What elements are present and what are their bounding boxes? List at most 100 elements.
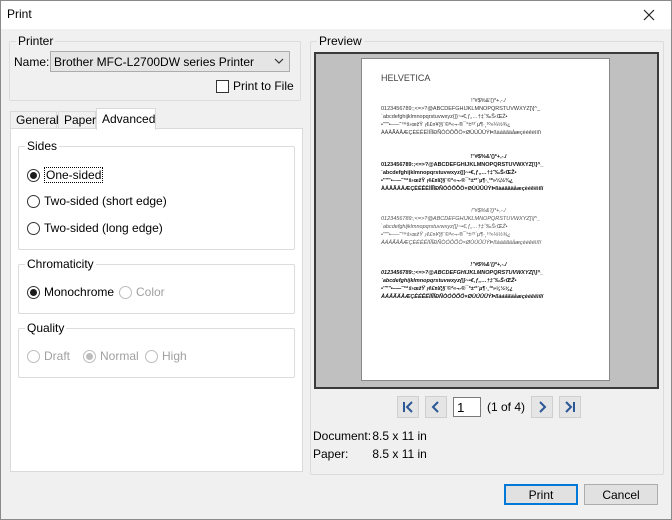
radio-normal: Normal <box>83 349 139 363</box>
preview-group-label: Preview <box>317 34 364 48</box>
font-sample-line: ÀÁÂÃÄÅÆÇÈÉÊËÌÍÎÏÐÑÒÓÔÕÖ×ØÙÚÛÜÝÞßàáâãäåæç… <box>381 130 542 136</box>
quality-group-label: Quality <box>25 321 67 335</box>
font-sample-line: `abcdefghijklmnopqrstuvwxyz{|}~•€‚ƒ„…†‡ˆ… <box>381 224 508 230</box>
radio-monochrome-label: Monochrome <box>44 285 115 299</box>
radio-two-sided-short-label: Two-sided (short edge) <box>44 194 167 208</box>
next-page-icon <box>539 401 547 413</box>
first-page-button[interactable] <box>397 396 419 418</box>
preview-frame: HELVETICA !"#$%&'()*+,-./ 0123456789:;<=… <box>314 52 659 389</box>
radio-two-sided-short[interactable]: Two-sided (short edge) <box>27 194 167 208</box>
printer-select-value: Brother MFC-L2700DW series Printer <box>54 54 255 69</box>
font-sample-line: 0123456789:;<=>?@ABCDEFGHIJKLMNOPQRSTUVW… <box>381 270 544 276</box>
radio-one-sided[interactable]: One-sided <box>27 167 104 183</box>
window-title: Print <box>7 7 32 21</box>
radio-one-sided-label: One-sided <box>44 167 104 183</box>
radio-high-label: High <box>162 349 187 363</box>
radio-button[interactable] <box>27 168 40 182</box>
document-size-row: Document: 8.5 x 11 in <box>313 429 427 443</box>
font-sample-line: ÀÁÂÃÄÅÆÇÈÉÊËÌÍÎÏÐÑÒÓÔÕÖ×ØÙÚÛÜÝÞßàáâãäåæç… <box>381 186 544 192</box>
radio-color: Color <box>119 285 165 299</box>
sides-group-label: Sides <box>25 139 60 153</box>
font-sample-line: !"#$%&'()*+,-./ <box>470 154 507 160</box>
print-to-file-checkbox[interactable] <box>216 79 229 93</box>
radio-monochrome[interactable]: Monochrome <box>27 285 114 299</box>
quality-group: Quality Draft Normal High <box>18 321 295 378</box>
document-size-value: 8.5 x 11 in <box>372 429 427 443</box>
radio-button <box>83 349 96 363</box>
page-number-input[interactable] <box>453 397 481 417</box>
font-sample-line: !"#$%&'()*+,-./ <box>470 262 507 268</box>
radio-two-sided-long-label: Two-sided (long edge) <box>44 221 163 235</box>
radio-draft-label: Draft <box>44 349 71 363</box>
preview-group: Preview HELVETICA !"#$%&'()*+,-./ 012345… <box>310 34 664 475</box>
last-page-button[interactable] <box>559 396 582 418</box>
radio-button <box>27 349 40 363</box>
tab-paper-label: Paper <box>64 113 97 127</box>
font-sample-line: •''""•–—˜™š›œžŸ ¡¢£¤¥¦§¨©ª«¬-®¯°±²³´µ¶·¸… <box>381 122 511 128</box>
tab-advanced-label: Advanced <box>102 112 156 126</box>
printer-name-label: Name: <box>14 55 50 69</box>
chromaticity-group: Chromaticity Monochrome Color <box>18 257 295 314</box>
preview-page: HELVETICA !"#$%&'()*+,-./ 0123456789:;<=… <box>361 58 610 381</box>
font-sample-line: 0123456789:;<=>?@ABCDEFGHIJKLMNOPQRSTUVW… <box>381 216 541 222</box>
font-sample-line: ÀÁÂÃÄÅÆÇÈÉÊËÌÍÎÏÐÑÒÓÔÕÖ×ØÙÚÛÜÝÞßàáâãäåæç… <box>381 294 544 300</box>
close-button[interactable] <box>627 1 671 29</box>
tab-general-label: General <box>16 113 59 127</box>
previous-page-button[interactable] <box>425 396 447 418</box>
radio-button[interactable] <box>27 285 40 299</box>
tab-advanced[interactable]: Advanced <box>96 108 156 130</box>
radio-normal-label: Normal <box>100 349 139 363</box>
document-size-label: Document: <box>313 429 372 443</box>
font-sample-regular: !"#$%&'()*+,-./ 0123456789:;<=>?@ABCDEFG… <box>381 97 596 137</box>
print-dialog: Print Printer Name: Brother MFC-L2700DW … <box>0 0 672 520</box>
font-sample-bold: !"#$%&'()*+,-./ 0123456789:;<=>?@ABCDEFG… <box>381 153 596 193</box>
font-sample-line: !"#$%&'()*+,-./ <box>471 98 506 104</box>
page-navigation: (1 of 4) <box>397 396 582 418</box>
print-to-file-label: Print to File <box>233 79 294 93</box>
radio-button <box>145 349 158 363</box>
tab-paper[interactable]: Paper <box>58 111 96 129</box>
next-page-button[interactable] <box>531 396 554 418</box>
radio-color-label: Color <box>136 285 165 299</box>
close-icon <box>643 9 655 21</box>
printer-select[interactable]: Brother MFC-L2700DW series Printer <box>50 51 290 72</box>
print-button[interactable]: Print <box>504 484 578 505</box>
chromaticity-group-label: Chromaticity <box>25 257 96 271</box>
cancel-button[interactable]: Cancel <box>584 484 658 505</box>
last-page-icon <box>565 401 576 413</box>
radio-button[interactable] <box>27 194 40 208</box>
preview-page-heading: HELVETICA <box>381 73 431 83</box>
printer-group: Printer Name: Brother MFC-L2700DW series… <box>9 34 301 101</box>
font-sample-line: `abcdefghijklmnopqrstuvwxyz{|}~•€‚ƒ„…†‡ˆ… <box>381 114 508 120</box>
font-sample-line: •''""•–—˜™š›œžŸ ¡¢£¤¥¦§¨©ª«¬-®¯°±²³´µ¶·¸… <box>381 286 513 292</box>
print-to-file[interactable]: Print to File <box>216 79 294 93</box>
advanced-tab-page: Sides One-sided Two-sided (short edge) T… <box>10 128 303 472</box>
paper-size-row: Paper: 8.5 x 11 in <box>313 447 427 461</box>
font-sample-italic: !"#$%&'()*+,-./ 0123456789:;<=>?@ABCDEFG… <box>381 207 596 247</box>
tab-general[interactable]: General <box>10 111 59 129</box>
radio-two-sided-long[interactable]: Two-sided (long edge) <box>27 221 163 235</box>
font-sample-line: `abcdefghijklmnopqrstuvwxyz{|}~•€‚ƒ„…†‡ˆ… <box>381 170 517 176</box>
font-sample-line: 0123456789:;<=>?@ABCDEFGHIJKLMNOPQRSTUVW… <box>381 106 541 112</box>
radio-draft: Draft <box>27 349 70 363</box>
radio-button[interactable] <box>27 221 40 235</box>
cancel-button-label: Cancel <box>602 487 640 502</box>
radio-high: High <box>145 349 187 363</box>
font-sample-line: ÀÁÂÃÄÅÆÇÈÉÊËÌÍÎÏÐÑÒÓÔÕÖ×ØÙÚÛÜÝÞßàáâãäåæç… <box>381 240 542 246</box>
font-sample-bold-italic: !"#$%&'()*+,-./ 0123456789:;<=>?@ABCDEFG… <box>381 261 596 301</box>
font-sample-line: 0123456789:;<=>?@ABCDEFGHIJKLMNOPQRSTUVW… <box>381 162 544 168</box>
font-sample-line: •''""•–—˜™š›œžŸ ¡¢£¤¥¦§¨©ª«¬-®¯°±²³´µ¶·¸… <box>381 232 511 238</box>
sides-group: Sides One-sided Two-sided (short edge) T… <box>18 139 295 250</box>
paper-size-label: Paper: <box>313 447 349 461</box>
radio-button <box>119 285 132 299</box>
previous-page-icon <box>431 401 439 413</box>
print-button-label: Print <box>528 487 554 502</box>
first-page-icon <box>403 401 413 413</box>
font-sample-line: !"#$%&'()*+,-./ <box>471 208 506 214</box>
page-count-text: (1 of 4) <box>487 400 526 414</box>
font-sample-line: `abcdefghijklmnopqrstuvwxyz{|}~•€‚ƒ„…†‡ˆ… <box>381 278 517 284</box>
font-sample-line: •''""•–—˜™š›œžŸ ¡¢£¤¥¦§¨©ª«¬-®¯°±²³´µ¶·¸… <box>381 178 513 184</box>
printer-group-label: Printer <box>16 34 56 48</box>
chevron-down-icon <box>274 58 284 64</box>
paper-size-value: 8.5 x 11 in <box>372 447 427 461</box>
